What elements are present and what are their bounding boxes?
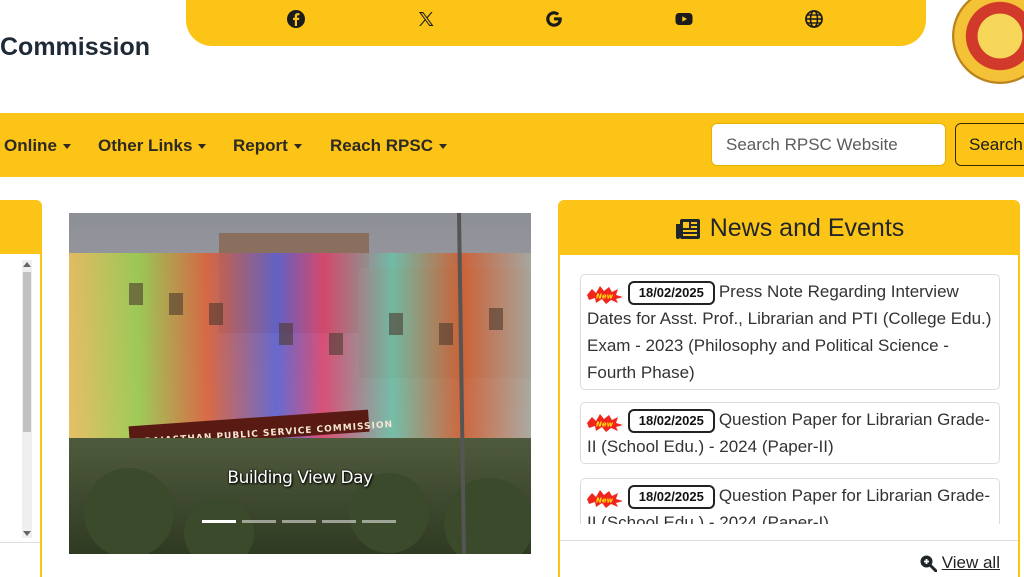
news-header: News and Events — [560, 202, 1018, 255]
caret-down-icon — [438, 143, 447, 149]
scroll-thumb[interactable] — [23, 272, 31, 432]
svg-text:New: New — [596, 420, 614, 428]
view-all-label[interactable]: View all — [942, 553, 1000, 573]
left-panel-divider — [0, 542, 40, 543]
nav-report-label: Report — [233, 136, 288, 155]
caret-down-icon — [198, 143, 207, 149]
nav-other-links[interactable]: Other Links — [98, 136, 207, 156]
x-icon[interactable] — [416, 9, 436, 29]
view-all-link[interactable]: View all — [919, 553, 1000, 573]
search-input[interactable] — [711, 123, 946, 166]
left-panel-header — [0, 202, 40, 254]
scroll-down-icon[interactable] — [23, 531, 31, 536]
main-navbar: Online Other Links Report Reach RPSC Sea… — [0, 113, 1024, 177]
newspaper-icon — [675, 218, 700, 239]
svg-text:New: New — [596, 496, 614, 504]
carousel-image: RAJASTHAN PUBLIC SERVICE COMMISSION — [69, 213, 531, 554]
news-item[interactable]: New 18/02/2025 Question Paper for Librari… — [580, 478, 1000, 524]
news-item[interactable]: New 18/02/2025 Question Paper for Librari… — [580, 402, 1000, 464]
news-title: News and Events — [709, 214, 905, 242]
carousel-indicator[interactable] — [282, 520, 316, 523]
left-panel — [0, 200, 42, 577]
news-date: 18/02/2025 — [627, 408, 715, 433]
nav-report[interactable]: Report — [233, 136, 302, 156]
search-button[interactable]: Search — [955, 123, 1024, 166]
svg-text:New: New — [596, 292, 614, 300]
carousel-indicator[interactable] — [322, 520, 356, 523]
news-item[interactable]: New 18/02/2025 Press Note Regarding Inter… — [580, 274, 1000, 390]
news-footer: View all — [560, 540, 1018, 577]
new-badge-icon: New — [587, 413, 623, 432]
carousel-caption: Building View Day — [227, 468, 373, 488]
new-badge-icon: New — [587, 285, 623, 304]
nav-reach-rpsc[interactable]: Reach RPSC — [330, 136, 447, 156]
carousel-indicator[interactable] — [242, 520, 276, 523]
social-bar — [186, 0, 926, 46]
google-icon[interactable] — [544, 9, 564, 29]
scroll-up-icon[interactable] — [23, 262, 31, 267]
search-plus-icon — [920, 555, 937, 572]
news-date: 18/02/2025 — [627, 484, 715, 509]
caret-down-icon — [293, 143, 302, 149]
carousel-indicator[interactable] — [362, 520, 396, 523]
left-panel-scrollbar[interactable] — [22, 260, 32, 538]
news-list[interactable]: New 18/02/2025 Press Note Regarding Inter… — [580, 274, 1002, 524]
globe-icon[interactable] — [804, 9, 824, 29]
carousel-indicators — [202, 520, 396, 523]
news-date: 18/02/2025 — [627, 280, 715, 305]
news-panel: News and Events New 18/02/2025 Press Note… — [558, 200, 1020, 577]
youtube-icon[interactable] — [674, 9, 694, 29]
new-badge-icon: New — [587, 489, 623, 508]
image-carousel[interactable]: RAJASTHAN PUBLIC SERVICE COMMISSION Buil… — [69, 213, 531, 554]
caret-down-icon — [62, 143, 71, 149]
nav-other-links-label: Other Links — [98, 136, 193, 155]
facebook-icon[interactable] — [286, 9, 306, 29]
carousel-indicator[interactable] — [202, 520, 236, 523]
rpsc-logo[interactable] — [952, 0, 1024, 84]
site-title: Commission — [0, 33, 151, 61]
nav-online-label: Online — [4, 136, 57, 155]
nav-reach-rpsc-label: Reach RPSC — [330, 136, 433, 155]
nav-online[interactable]: Online — [4, 136, 71, 156]
